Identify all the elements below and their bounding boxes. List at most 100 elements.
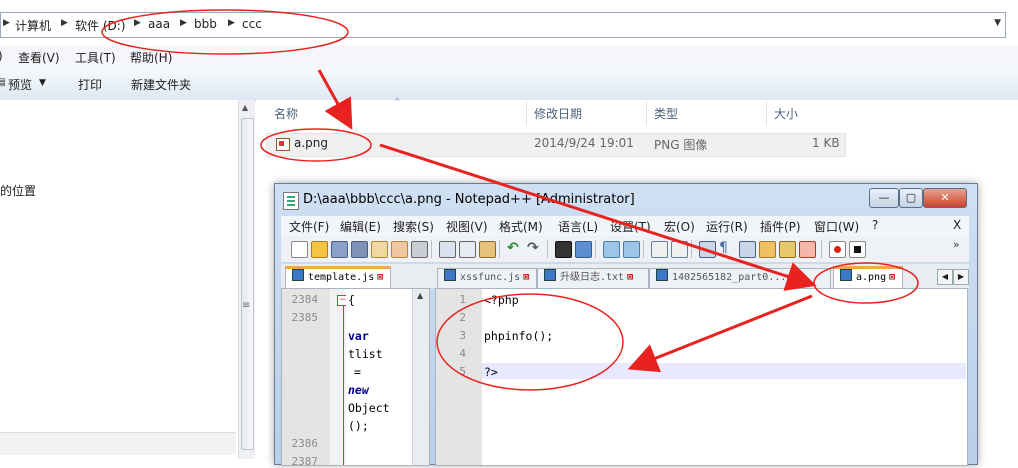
close-tab-icon[interactable]: ⊠ [889, 272, 895, 283]
address-bar[interactable]: ▶ 计算机 ▶ 软件 (D:) ▶ aaa ▶ bbb ▶ ccc ▼ [0, 12, 1006, 38]
close-tab-icon[interactable]: ⊠ [627, 272, 633, 283]
breadcrumb-separator-icon: ▶ [134, 18, 141, 28]
menu-view[interactable]: 视图(V) [446, 218, 488, 235]
menu-plugins[interactable]: 插件(P) [760, 218, 801, 235]
line-number: 4 [459, 347, 466, 360]
scroll-up-icon[interactable]: ▲ [242, 103, 248, 112]
close-document-button[interactable]: X [953, 218, 961, 232]
show-all-chars-icon[interactable]: ¶ [719, 241, 734, 256]
column-header-size[interactable]: 大小 [774, 102, 798, 126]
tab-xssfunc-js[interactable]: xssfunc.js ⊠ [437, 268, 537, 288]
sync-horizontal-icon[interactable] [671, 241, 688, 258]
menu-view[interactable]: 查看(V) [18, 49, 60, 66]
menu-language[interactable]: 语言(L) [558, 218, 598, 235]
column-header-type[interactable]: 类型 [654, 102, 678, 126]
doc-map-icon[interactable] [779, 241, 796, 258]
png-file-icon [276, 138, 290, 151]
toolbar-separator [547, 240, 548, 258]
menu-search[interactable]: 搜索(S) [393, 218, 434, 235]
maximize-button[interactable]: ▢ [899, 188, 923, 208]
cut-icon[interactable] [439, 241, 456, 258]
chevron-down-icon[interactable]: ▼ [39, 78, 46, 88]
menu-help[interactable]: 帮助(H) [130, 49, 172, 66]
new-folder-button[interactable]: 新建文件夹 [131, 76, 191, 93]
save-all-icon[interactable] [351, 241, 368, 258]
breadcrumb-aaa[interactable]: aaa [148, 17, 170, 31]
chevron-down-icon[interactable]: ▼ [994, 18, 1001, 28]
indent-guide-icon[interactable] [739, 241, 756, 258]
copy-icon[interactable] [459, 241, 476, 258]
explorer-toolbar: ▤ 预览 ▼ 打印 新建文件夹 [0, 68, 1018, 101]
file-icon [656, 269, 668, 281]
navigation-pane: 的位置 [0, 100, 239, 459]
menu-file[interactable]: 文件(F) [289, 218, 329, 235]
code-line: ?> [484, 365, 498, 379]
minimize-button[interactable]: — [869, 188, 899, 208]
undo-icon[interactable]: ↶ [507, 241, 522, 256]
tab-label: 1402565182_part0...php [672, 272, 805, 283]
column-header-name[interactable]: 名称 [274, 102, 298, 126]
breadcrumb-ccc[interactable]: ccc [242, 17, 262, 31]
record-macro-icon[interactable] [829, 241, 846, 258]
breadcrumb-separator-icon: ▶ [3, 18, 10, 28]
close-button[interactable]: ✕ [923, 188, 967, 208]
scroll-up-icon[interactable]: ▲ [417, 291, 423, 300]
preview-button[interactable]: 预览 [8, 76, 32, 93]
file-icon [444, 269, 456, 281]
editor-right[interactable]: 1 2 3 4 5 <?php phpinfo(); ?> [435, 288, 968, 466]
menu-window[interactable]: 窗口(W) [814, 218, 859, 235]
new-file-icon[interactable] [291, 241, 308, 258]
editor-scrollbar[interactable]: ▲ [412, 289, 429, 465]
stop-macro-icon[interactable] [849, 241, 866, 258]
file-icon [544, 269, 556, 281]
nav-scrollbar[interactable]: ▲ ≡ [238, 100, 255, 459]
menu-format[interactable]: 格式(M) [499, 218, 543, 235]
print-icon[interactable] [411, 241, 428, 258]
breadcrumb-computer[interactable]: 计算机 [15, 17, 51, 34]
tab-scroll-right-icon[interactable]: ▶ [953, 269, 969, 285]
close-tab-icon[interactable]: ⊠ [523, 272, 529, 283]
redo-icon[interactable]: ↷ [527, 241, 542, 256]
breadcrumb-bbb[interactable]: bbb [194, 17, 217, 31]
close-file-icon[interactable] [371, 241, 388, 258]
menu-settings[interactable]: 设置(T) [610, 218, 651, 235]
word-wrap-icon[interactable] [699, 241, 716, 258]
tab-scroll-left-icon[interactable]: ◀ [937, 269, 953, 285]
toolbar-overflow-icon[interactable]: » [953, 238, 960, 251]
save-icon[interactable] [331, 241, 348, 258]
zoom-out-icon[interactable] [623, 241, 640, 258]
close-all-icon[interactable] [391, 241, 408, 258]
column-header-date[interactable]: 修改日期 [534, 102, 582, 126]
menu-macro[interactable]: 宏(O) [664, 218, 695, 235]
find-icon[interactable] [555, 241, 572, 258]
tab-php-part[interactable]: 1402565182_part0...php [649, 268, 831, 288]
scroll-thumb[interactable] [241, 118, 254, 450]
toolbar-separator [499, 240, 500, 258]
sync-vertical-icon[interactable] [651, 241, 668, 258]
menu-about[interactable]: ? [872, 218, 878, 232]
nav-item-label[interactable]: 的位置 [0, 182, 36, 199]
language-icon[interactable] [759, 241, 776, 258]
toolbar-separator [821, 240, 822, 258]
tab-upgrade-log[interactable]: 升级日志.txt ⊠ [537, 268, 649, 288]
file-date: 2014/9/24 19:01 [534, 136, 634, 150]
file-name[interactable]: a.png [294, 136, 328, 150]
open-file-icon[interactable] [311, 241, 328, 258]
breadcrumb-drive[interactable]: 软件 (D:) [75, 17, 125, 34]
menu-edit[interactable]: 编辑(E) [340, 218, 381, 235]
tab-a-png[interactable]: a.png ⊠ [833, 266, 903, 290]
tab-template-js[interactable]: template.js ⊠ [285, 266, 391, 290]
replace-icon[interactable] [575, 241, 592, 258]
menu-tools[interactable]: 工具(T) [75, 49, 116, 66]
function-list-icon[interactable] [799, 241, 816, 258]
print-button[interactable]: 打印 [78, 76, 102, 93]
close-tab-icon[interactable]: ⊠ [377, 272, 383, 283]
menu-run[interactable]: 运行(R) [706, 218, 748, 235]
breadcrumb-separator-icon: ▶ [180, 18, 187, 28]
paste-icon[interactable] [479, 241, 496, 258]
column-divider [766, 102, 767, 126]
nav-pane-footer [0, 432, 236, 455]
editor-left[interactable]: − ▲ 2384 2385 2386 2387 { var tlist = ne… [281, 288, 430, 468]
zoom-in-icon[interactable] [603, 241, 620, 258]
line-number: 2384 [291, 293, 319, 306]
